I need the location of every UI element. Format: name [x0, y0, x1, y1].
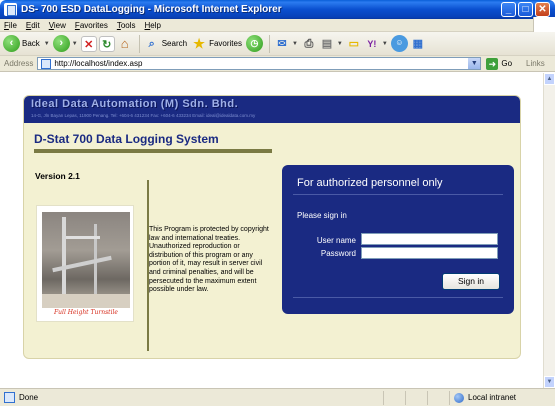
edit-icon[interactable]: ▤: [319, 36, 335, 52]
status-text: Done: [19, 393, 39, 402]
scroll-down-icon[interactable]: ▼: [544, 376, 555, 388]
address-bar: Address http://localhost/index.asp ▼ ➜ G…: [0, 56, 555, 72]
page-content: Ideal Data Automation (M) Sdn. Bhd. 14-G…: [0, 73, 543, 388]
go-button[interactable]: ➜ Go: [486, 57, 513, 70]
login-subtitle: Please sign in: [297, 211, 347, 220]
company-banner: Ideal Data Automation (M) Sdn. Bhd. 14-G…: [24, 96, 520, 123]
standard-toolbar: ‹ Back ▼ › ▼ ✕ ↻ ⌂ ⌕ Search ★ Favorites …: [0, 32, 555, 56]
username-input[interactable]: [361, 233, 498, 245]
go-arrow-icon: ➜: [486, 57, 499, 70]
title-divider: [34, 149, 272, 153]
zone-label: Local intranet: [468, 393, 517, 402]
forward-dropdown-icon[interactable]: ▼: [72, 41, 78, 47]
vertical-scrollbar[interactable]: ▲ ▼: [543, 73, 555, 388]
address-input[interactable]: http://localhost/index.asp ▼: [37, 57, 482, 70]
intranet-globe-icon: [454, 392, 464, 403]
minimize-button[interactable]: _: [501, 2, 516, 17]
menu-tools[interactable]: Tools: [117, 21, 136, 30]
login-box: For authorized personnel only Please sig…: [282, 165, 514, 314]
favorites-star-icon: ★: [193, 35, 205, 51]
status-segment: [383, 390, 405, 405]
login-divider: [293, 194, 503, 195]
window-title-bar: DS- 700 ESD DataLogging - Microsoft Inte…: [0, 0, 555, 19]
yahoo-dropdown-icon[interactable]: ▼: [382, 41, 388, 47]
windows-logo-icon: [533, 17, 555, 33]
status-segment: [427, 390, 449, 405]
favorites-label: Favorites: [209, 39, 242, 48]
maximize-button[interactable]: □: [518, 2, 533, 17]
search-label: Search: [161, 39, 188, 48]
refresh-icon[interactable]: ↻: [98, 35, 115, 52]
research-icon[interactable]: ▦: [410, 36, 426, 52]
main-panel: Ideal Data Automation (M) Sdn. Bhd. 14-G…: [23, 95, 521, 359]
search-button[interactable]: ⌕ Search: [144, 36, 187, 52]
photo-caption: Full Height Turnstile: [54, 309, 118, 316]
ie-page-icon: [4, 3, 17, 16]
menu-bar: File Edit View Favorites Tools Help: [0, 17, 555, 33]
address-url: http://localhost/index.asp: [54, 59, 143, 68]
stop-icon[interactable]: ✕: [80, 35, 97, 52]
toolbar-separator: [138, 34, 140, 53]
turnstile-photo: [42, 212, 130, 308]
menu-edit[interactable]: Edit: [26, 21, 40, 30]
scroll-up-icon[interactable]: ▲: [544, 73, 555, 85]
yahoo-icon[interactable]: Y!: [364, 36, 380, 52]
edit-dropdown-icon[interactable]: ▼: [337, 41, 343, 47]
mail-icon[interactable]: ✉: [274, 36, 290, 52]
copyright-notice: This Program is protected by copyright l…: [149, 226, 269, 294]
menu-help[interactable]: Help: [145, 21, 161, 30]
back-button[interactable]: ‹ Back: [3, 35, 40, 52]
company-address: 14-G, Jln Bayan Lepas, 11900 Penang. Tel…: [31, 113, 256, 118]
login-title: For authorized personnel only: [297, 177, 443, 189]
version-label: Version 2.1: [35, 171, 80, 181]
close-button[interactable]: ✕: [535, 2, 550, 17]
window-title: DS- 700 ESD DataLogging - Microsoft Inte…: [21, 4, 282, 15]
history-icon[interactable]: ◷: [245, 35, 263, 52]
sign-in-button[interactable]: Sign in: [442, 273, 500, 290]
favorites-button[interactable]: ★ Favorites: [191, 36, 242, 52]
page-icon: [4, 392, 15, 403]
links-toolbar[interactable]: Links: [526, 59, 545, 68]
menu-file[interactable]: File: [4, 21, 17, 30]
back-dropdown-icon[interactable]: ▼: [44, 41, 50, 47]
password-input[interactable]: [361, 247, 498, 259]
forward-arrow-icon[interactable]: ›: [52, 35, 70, 52]
messenger-icon[interactable]: ☺: [390, 35, 408, 52]
login-divider: [293, 297, 503, 298]
product-photo-frame: Full Height Turnstile: [36, 205, 134, 322]
back-arrow-icon: ‹: [3, 35, 20, 52]
company-name: Ideal Data Automation (M) Sdn. Bhd.: [31, 98, 239, 110]
password-label: Password: [320, 249, 356, 258]
menu-favorites[interactable]: Favorites: [75, 21, 108, 30]
address-dropdown-icon[interactable]: ▼: [468, 58, 481, 69]
toolbar-separator: [268, 34, 270, 53]
username-label: User name: [316, 236, 356, 245]
folder-icon[interactable]: ▭: [346, 36, 362, 52]
status-bar: Done Local intranet: [0, 388, 555, 406]
home-icon[interactable]: ⌂: [117, 36, 133, 52]
print-icon[interactable]: ⎙: [301, 36, 317, 52]
security-zone: Local intranet: [449, 390, 543, 405]
back-label: Back: [22, 39, 40, 48]
menu-view[interactable]: View: [49, 21, 66, 30]
address-label: Address: [4, 59, 34, 68]
search-icon: ⌕: [148, 37, 155, 50]
status-segment: [405, 390, 427, 405]
system-title: D-Stat 700 Data Logging System: [34, 132, 219, 146]
go-label: Go: [501, 59, 513, 68]
page-icon: [41, 58, 52, 69]
mail-dropdown-icon[interactable]: ▼: [292, 41, 298, 47]
